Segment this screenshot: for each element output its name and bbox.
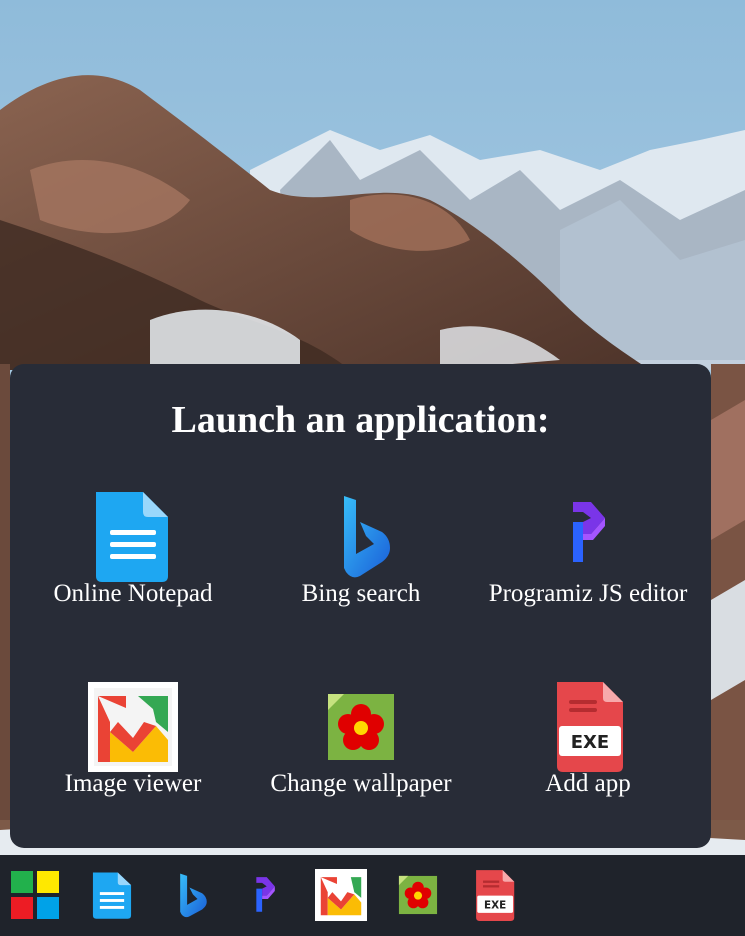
svg-text:EXE: EXE (571, 732, 609, 753)
bing-icon (316, 492, 406, 582)
image-viewer-icon (88, 682, 178, 772)
app-add-app[interactable]: EXE Add app (473, 682, 703, 798)
wallpaper-icon (398, 875, 438, 915)
app-change-wallpaper[interactable]: Change wallpaper (246, 682, 476, 798)
image-viewer-icon (315, 869, 367, 921)
taskbar-bing-button[interactable] (164, 869, 216, 921)
app-label: Online Notepad (53, 580, 213, 607)
notepad-icon (92, 872, 132, 919)
app-online-notepad[interactable]: Online Notepad (18, 492, 248, 608)
app-bing-search[interactable]: Bing search (246, 492, 476, 608)
exe-icon: EXE (476, 870, 515, 921)
programiz-icon (543, 492, 633, 582)
app-label: Change wallpaper (270, 770, 452, 797)
wallpaper-icon (316, 682, 406, 772)
exe-icon: EXE (543, 682, 633, 772)
taskbar-add-app-button[interactable]: EXE (468, 869, 520, 921)
taskbar: EXE (0, 855, 745, 936)
svg-text:EXE: EXE (484, 899, 506, 911)
app-label: Add app (545, 770, 631, 797)
app-programiz-js-editor[interactable]: Programiz JS editor (473, 492, 703, 608)
start-button[interactable] (9, 869, 61, 921)
app-label: Bing search (301, 580, 421, 607)
taskbar-programiz-button[interactable] (239, 869, 291, 921)
start-icon (11, 871, 59, 919)
app-image-viewer[interactable]: Image viewer (18, 682, 248, 798)
programiz-icon (256, 877, 275, 912)
app-launcher-panel: Launch an application: Online Notepad Bi… (10, 364, 711, 848)
taskbar-wallpaper-button[interactable] (392, 869, 444, 921)
bing-icon (180, 873, 207, 918)
notepad-icon (88, 492, 178, 582)
launcher-title: Launch an application: (171, 399, 550, 441)
taskbar-notepad-button[interactable] (86, 869, 138, 921)
app-label: Image viewer (64, 770, 202, 797)
app-label: Programiz JS editor (488, 580, 688, 607)
taskbar-image-viewer-button[interactable] (315, 869, 367, 921)
